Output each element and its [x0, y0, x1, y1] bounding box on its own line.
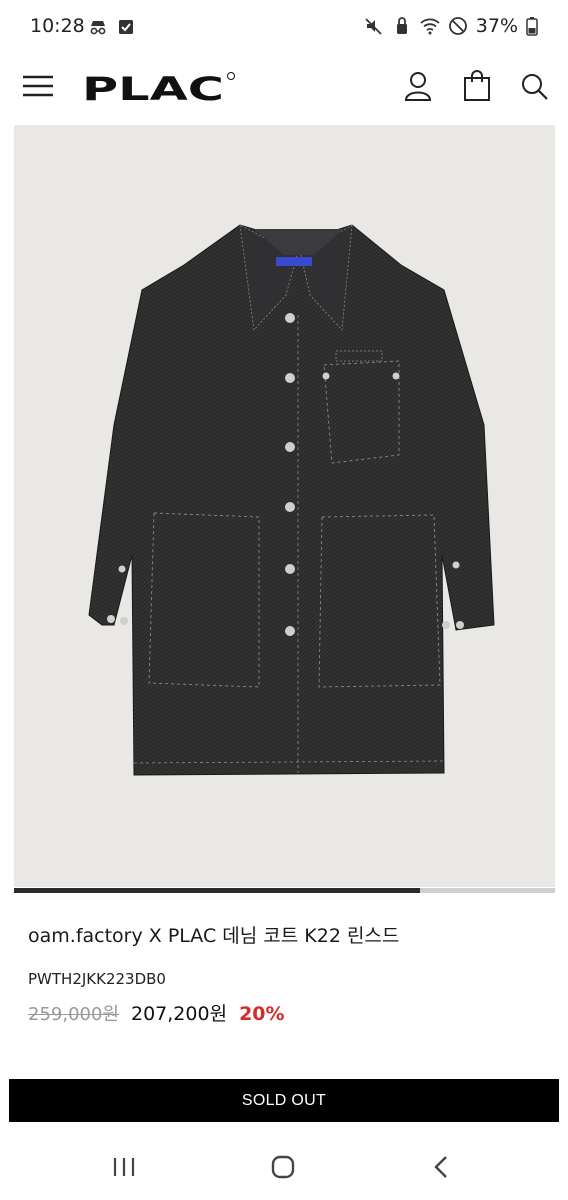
product-image[interactable]	[14, 125, 555, 887]
status-bar: 10:28 37%	[0, 0, 568, 56]
account-button[interactable]	[403, 70, 433, 102]
checkbox-icon	[116, 17, 136, 37]
back-button[interactable]	[432, 1154, 450, 1180]
home-button[interactable]	[270, 1154, 296, 1180]
brand-logo[interactable]: PLAC	[82, 66, 238, 108]
do-not-disturb-icon	[448, 16, 468, 36]
system-navigation-bar	[0, 1132, 568, 1200]
search-icon	[522, 74, 548, 100]
app-header: PLAC	[0, 56, 568, 120]
vpn-lock-icon	[392, 16, 412, 36]
shopping-bag-icon	[464, 70, 490, 101]
search-button[interactable]	[520, 72, 550, 102]
battery-icon	[526, 16, 538, 36]
back-icon	[434, 1156, 447, 1178]
denim-coat-illustration	[88, 224, 495, 776]
recent-apps-icon	[113, 1158, 135, 1176]
original-price: 259,000원	[28, 1004, 119, 1025]
home-icon	[271, 1155, 295, 1179]
price-row: 259,000원 207,200원 20%	[28, 999, 285, 1026]
cart-button[interactable]	[462, 70, 492, 102]
product-title: oam.factory X PLAC 데님 코트 K22 린스드	[28, 925, 400, 947]
user-icon	[404, 72, 432, 101]
wifi-icon	[420, 16, 440, 36]
mute-icon	[364, 16, 384, 36]
image-carousel-progress	[14, 888, 555, 893]
discount-rate: 20%	[239, 1003, 285, 1025]
status-time: 10:28	[30, 15, 85, 37]
recent-apps-button[interactable]	[112, 1156, 136, 1178]
product-code: PWTH2JKK223DB0	[28, 970, 166, 988]
menu-icon	[23, 75, 53, 97]
sale-price: 207,200원	[131, 1003, 228, 1025]
sold-out-button[interactable]: SOLD OUT	[9, 1079, 559, 1122]
logo-text: PLAC	[82, 70, 224, 106]
incognito-icon	[88, 17, 108, 37]
battery-level: 37%	[475, 15, 518, 37]
image-carousel-progress-fill	[14, 888, 420, 893]
menu-button[interactable]	[22, 74, 54, 98]
